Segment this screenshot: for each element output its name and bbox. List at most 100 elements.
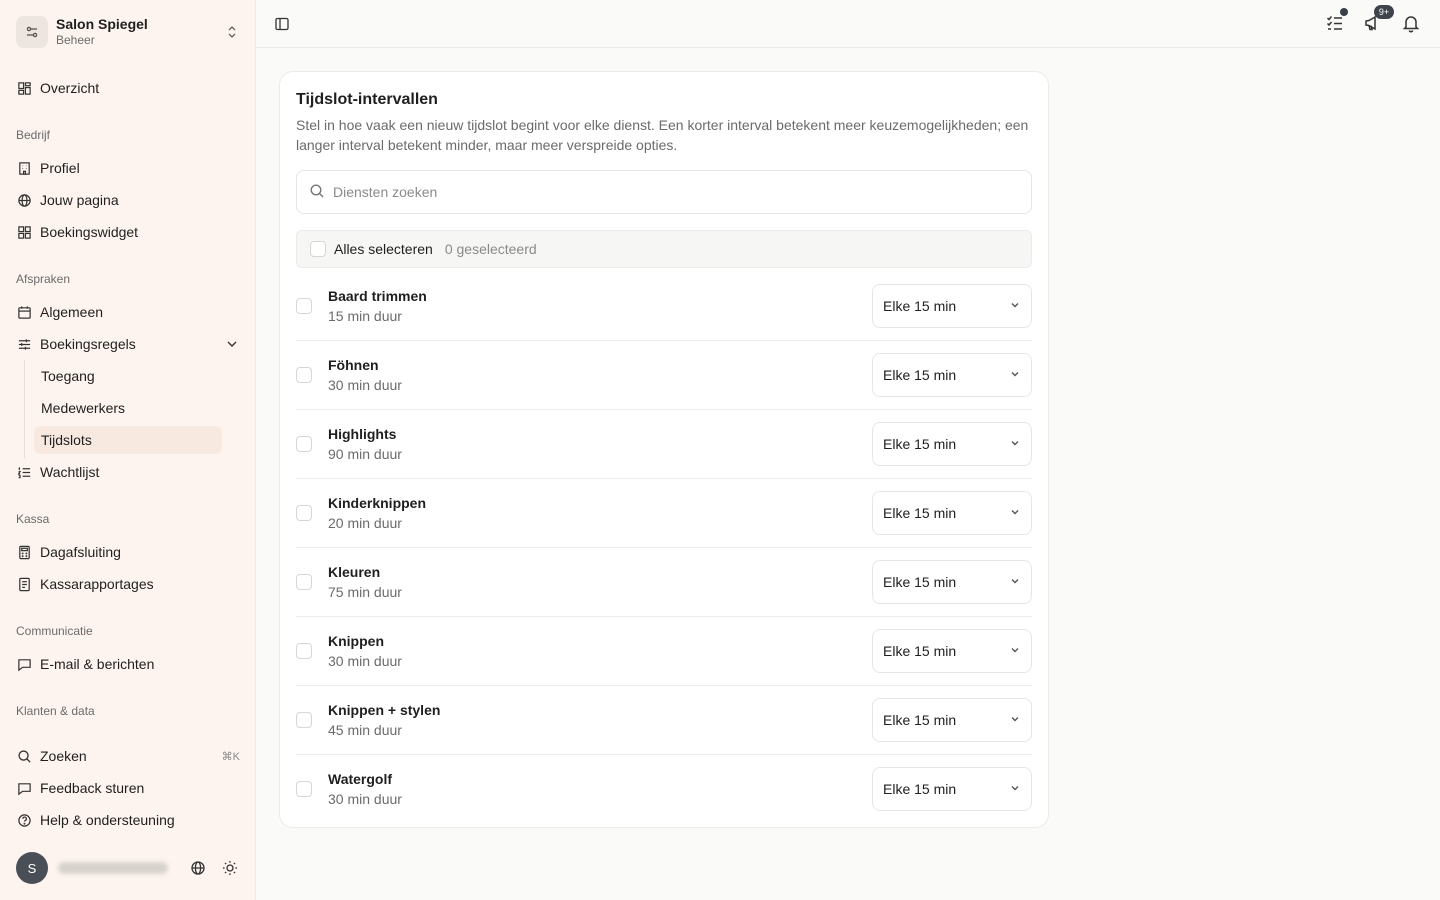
section-kassa: Kassa (16, 512, 50, 526)
chevron-down-icon (1009, 643, 1021, 659)
dashboard-icon (16, 80, 32, 96)
nav-algemeen[interactable]: Algemeen (16, 300, 240, 324)
nav-kassarapportages[interactable]: Kassarapportages (16, 572, 240, 596)
nav-help[interactable]: Help & ondersteuning (16, 808, 240, 832)
nav-label: Overzicht (40, 80, 100, 96)
service-row: Knippen + stylen 45 min duur Elke 15 min (296, 686, 1032, 755)
tasks-button[interactable] (1324, 8, 1348, 34)
nav-profiel[interactable]: Profiel (16, 156, 240, 180)
sun-icon[interactable] (220, 858, 240, 878)
section-klanten: Klanten & data (16, 704, 95, 718)
select-all-label[interactable]: Alles selecteren (334, 241, 433, 257)
interval-select[interactable]: Elke 15 min (872, 491, 1032, 535)
shortcut-hint: ⌘K (221, 750, 240, 763)
interval-value: Elke 15 min (883, 436, 957, 452)
chevron-down-icon (1009, 505, 1021, 521)
grid-icon (16, 224, 32, 240)
service-name: Kleuren (328, 564, 381, 580)
submenu-line (24, 360, 25, 458)
interval-select[interactable]: Elke 15 min (872, 560, 1032, 604)
service-checkbox[interactable] (296, 781, 312, 797)
service-duration: 15 min duur (328, 308, 402, 324)
announcements-button[interactable]: 9+ (1362, 5, 1394, 34)
interval-value: Elke 15 min (883, 367, 957, 383)
service-checkbox[interactable] (296, 574, 312, 590)
selected-count: 0 geselecteerd (444, 241, 537, 257)
service-row: Kinderknippen 20 min duur Elke 15 min (296, 479, 1032, 548)
globe-icon (16, 192, 32, 208)
service-checkbox[interactable] (296, 712, 312, 728)
receipt-icon (16, 576, 32, 592)
interval-value: Elke 15 min (883, 781, 957, 797)
service-duration: 90 min duur (328, 446, 402, 462)
nav-zoeken[interactable]: Zoeken ⌘K (16, 744, 240, 768)
search-icon (16, 748, 32, 764)
interval-value: Elke 15 min (883, 505, 957, 521)
bell-icon (1402, 16, 1420, 33)
service-row: Highlights 90 min duur Elke 15 min (296, 410, 1032, 479)
interval-select[interactable]: Elke 15 min (872, 422, 1032, 466)
message-icon (16, 780, 32, 796)
tasks-dot (1340, 8, 1348, 16)
user-row: S (16, 852, 240, 884)
message-icon (16, 656, 32, 672)
subnav-tijdslots[interactable]: Tijdslots (34, 426, 222, 454)
interval-select[interactable]: Elke 15 min (872, 353, 1032, 397)
service-search[interactable] (296, 170, 1032, 214)
interval-select[interactable]: Elke 15 min (872, 698, 1032, 742)
interval-select[interactable]: Elke 15 min (872, 629, 1032, 673)
topbar: 9+ (256, 0, 1440, 48)
interval-select[interactable]: Elke 15 min (872, 767, 1032, 811)
service-name: Baard trimmen (328, 288, 427, 304)
nav-feedback[interactable]: Feedback sturen (16, 776, 240, 800)
service-checkbox[interactable] (296, 298, 312, 314)
chevron-down-icon (1009, 574, 1021, 590)
nav-label: Jouw pagina (40, 192, 119, 208)
interval-value: Elke 15 min (883, 643, 957, 659)
building-icon (16, 160, 32, 176)
org-role: Beheer (56, 33, 95, 47)
nav-overzicht[interactable]: Overzicht (16, 76, 240, 100)
service-row: Kleuren 75 min duur Elke 15 min (296, 548, 1032, 617)
sliders-icon (16, 336, 32, 352)
chevron-up-down-icon (224, 24, 240, 40)
nav-label: Help & ondersteuning (40, 812, 175, 828)
card-title: Tijdslot-intervallen (296, 91, 438, 108)
card-description: Stel in hoe vaak een nieuw tijdslot begi… (296, 117, 1029, 153)
service-name: Watergolf (328, 771, 393, 787)
org-switcher[interactable]: Salon Spiegel Beheer (16, 15, 240, 49)
calculator-icon (16, 544, 32, 560)
nav-dagafsluiting[interactable]: Dagafsluiting (16, 540, 240, 564)
nav-label: Profiel (40, 160, 80, 176)
select-all-checkbox[interactable] (310, 241, 326, 257)
service-checkbox[interactable] (296, 643, 312, 659)
service-checkbox[interactable] (296, 436, 312, 452)
service-name: Highlights (328, 426, 397, 442)
nav-jouw-pagina[interactable]: Jouw pagina (16, 188, 240, 212)
timeslot-intervals-card: Tijdslot-intervallen Stel in hoe vaak ee… (279, 71, 1049, 828)
nav-email[interactable]: E-mail & berichten (16, 652, 240, 676)
search-input[interactable] (333, 184, 1013, 200)
notifications-button[interactable] (1400, 12, 1422, 34)
chevron-down-icon (1009, 367, 1021, 383)
list-ordered-icon (16, 464, 32, 480)
service-checkbox[interactable] (296, 505, 312, 521)
service-row: Baard trimmen 15 min duur Elke 15 min (296, 272, 1032, 341)
nav-boekingsregels[interactable]: Boekingsregels (16, 332, 240, 356)
chevron-down-icon (1009, 298, 1021, 314)
globe-icon[interactable] (188, 858, 208, 878)
nav-boekingswidget[interactable]: Boekingswidget (16, 220, 240, 244)
interval-value: Elke 15 min (883, 574, 957, 590)
nav-wachtlijst[interactable]: Wachtlijst (16, 460, 240, 484)
nav-label: Dagafsluiting (40, 544, 121, 560)
subnav-toegang[interactable]: Toegang (34, 362, 222, 390)
checklist-icon (1326, 16, 1342, 30)
sidebar-toggle-icon[interactable] (272, 14, 292, 34)
service-duration: 45 min duur (328, 722, 402, 738)
nav-label: Zoeken (40, 748, 87, 764)
user-name-blurred (58, 862, 168, 874)
subnav-medewerkers[interactable]: Medewerkers (34, 394, 222, 422)
avatar[interactable]: S (16, 852, 48, 884)
interval-select[interactable]: Elke 15 min (872, 284, 1032, 328)
service-checkbox[interactable] (296, 367, 312, 383)
